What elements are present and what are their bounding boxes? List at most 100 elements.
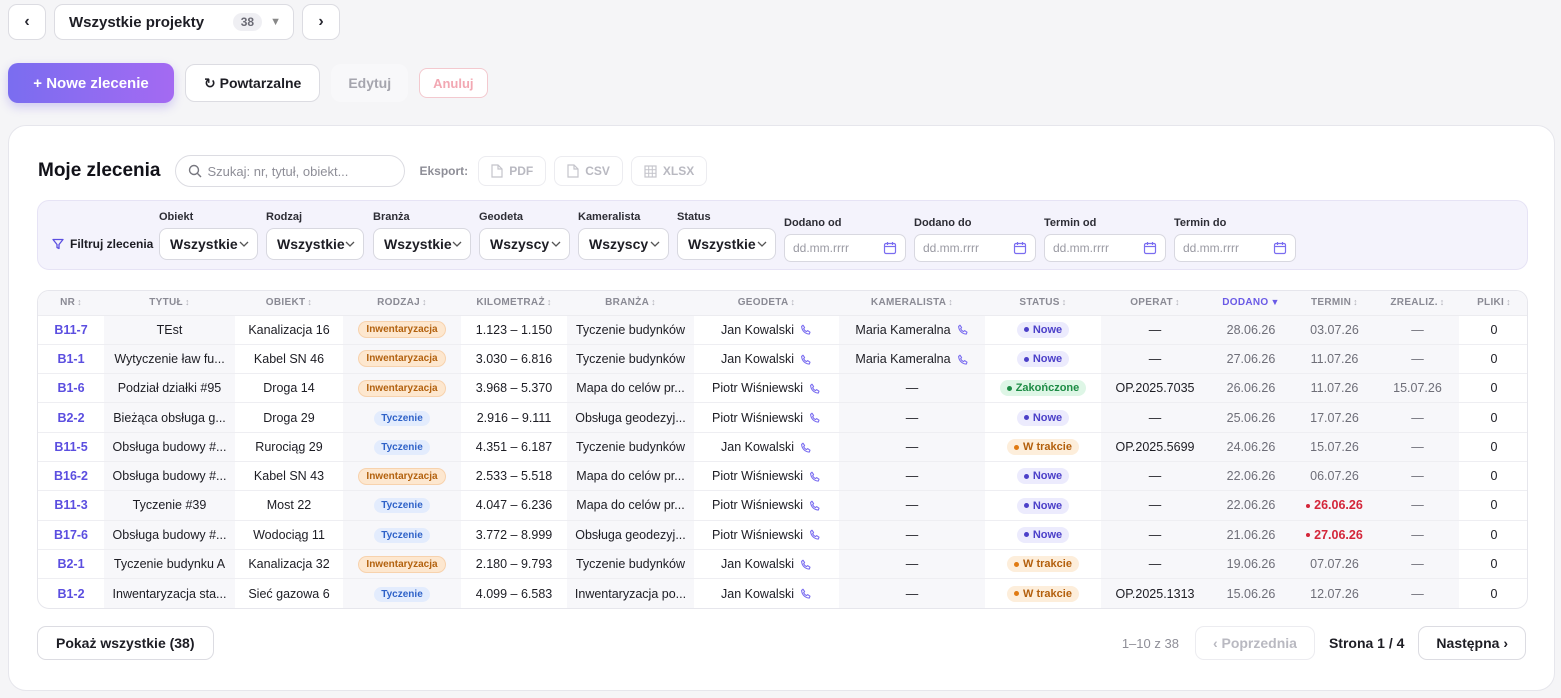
sort-icon: ↕ — [1174, 297, 1180, 308]
order-added: 22.06.26 — [1209, 461, 1293, 492]
column-header-label: DODANO — [1222, 297, 1269, 309]
table-row[interactable]: B11-5 Obsługa budowy #... Rurociąg 29 Tycze… — [38, 432, 1527, 462]
table-row[interactable]: B2-2 Bieżąca obsługa g... Droga 29 Tyczenie… — [38, 402, 1527, 433]
edit-button[interactable]: Edytuj — [331, 64, 409, 102]
order-done: — — [1376, 490, 1459, 521]
search-input[interactable]: Szukaj: nr, tytuł, obiekt... — [174, 155, 405, 187]
filter-branza-label: Branża — [373, 211, 410, 223]
order-status: Nowe — [985, 315, 1101, 345]
phone-icon[interactable] — [800, 354, 812, 366]
column-header[interactable]: DODANO ▼ — [1209, 291, 1293, 316]
show-all-button[interactable]: Pokaż wszystkie (38) — [37, 626, 214, 660]
order-number-link[interactable]: B2-1 — [38, 549, 104, 580]
filter-added-to-input[interactable]: dd.mm.rrrr — [914, 234, 1036, 262]
type-badge: Inwentaryzacja — [358, 350, 446, 368]
column-header[interactable]: OPERAT ↕ — [1101, 291, 1209, 316]
order-number-link[interactable]: B2-2 — [38, 402, 104, 433]
order-branch: Mapa do celów pr... — [567, 373, 694, 404]
filter-kameralista-select[interactable]: Wszyscy — [578, 228, 669, 260]
column-header[interactable]: OBIEKT ↕ — [235, 291, 343, 316]
order-geodeta: Jan Kowalski — [694, 315, 839, 345]
order-number-link[interactable]: B17-6 — [38, 520, 104, 550]
column-header[interactable]: ZREALIZ. ↕ — [1376, 291, 1459, 316]
order-done: — — [1376, 315, 1459, 345]
column-header[interactable]: NR ↕ — [38, 291, 104, 316]
phone-icon[interactable] — [809, 500, 821, 512]
filter-toggle[interactable]: Filtruj zlecenia — [52, 237, 153, 251]
phone-icon[interactable] — [809, 412, 821, 424]
column-header[interactable]: TERMIN ↕ — [1293, 291, 1376, 316]
filter-status-select[interactable]: Wszystkie — [677, 228, 776, 260]
cancel-button[interactable]: Anuluj — [419, 68, 488, 98]
filter-obiekt-select[interactable]: Wszystkie — [159, 228, 258, 260]
column-header[interactable]: KILOMETRAŻ ↕ — [461, 291, 567, 316]
order-deadline: 07.07.26 — [1293, 549, 1376, 580]
order-number-link[interactable]: B1-2 — [38, 579, 104, 608]
table-row[interactable]: B1-2 Inwentaryzacja sta... Sieć gazowa 6 Ty… — [38, 578, 1527, 608]
export-pdf-label: PDF — [509, 164, 534, 178]
table-row[interactable]: B11-7 TEst Kanalizacja 16 Inwentaryzacja 1.1… — [38, 315, 1527, 345]
kameralista-cell: — — [905, 527, 919, 542]
table-row[interactable]: B11-3 Tyczenie #39 Most 22 Tyczenie 4.047 – … — [38, 490, 1527, 521]
phone-icon[interactable] — [800, 442, 812, 454]
order-km: 2.180 – 9.793 — [461, 549, 567, 580]
phone-icon[interactable] — [809, 471, 821, 483]
order-number-link[interactable]: B11-5 — [38, 432, 104, 462]
table-row[interactable]: B1-1 Wytyczenie ław fu... Kabel SN 46 Inwen… — [38, 344, 1527, 375]
order-added: 21.06.26 — [1209, 520, 1293, 550]
order-operat: — — [1101, 402, 1209, 433]
filter-deadline-from: Termin od dd.mm.rrrr — [1044, 217, 1166, 262]
filter-geodeta-select[interactable]: Wszyscy — [479, 228, 570, 260]
phone-icon[interactable] — [809, 383, 821, 395]
column-header[interactable]: PLIKI ↕ — [1459, 291, 1527, 316]
recurring-button[interactable]: ↻ Powtarzalne — [185, 64, 321, 102]
next-project-button[interactable]: › — [302, 4, 340, 40]
table-row[interactable]: B16-2 Obsługa budowy #... Kabel SN 43 Inwen… — [38, 461, 1527, 492]
phone-icon[interactable] — [800, 324, 812, 336]
column-header[interactable]: BRANŻA ↕ — [567, 291, 694, 316]
phone-icon[interactable] — [809, 529, 821, 541]
filter-status-value: Wszystkie — [688, 236, 756, 252]
filter-branza-select[interactable]: Wszystkie — [373, 228, 471, 260]
export-csv-button[interactable]: CSV — [554, 156, 623, 186]
new-order-button[interactable]: + Nowe zlecenie — [8, 63, 174, 103]
next-page-button[interactable]: Następna › — [1418, 626, 1526, 660]
phone-icon[interactable] — [957, 354, 969, 366]
filter-rodzaj-select[interactable]: Wszystkie — [266, 228, 364, 260]
order-branch: Obsługa geodezyj... — [567, 402, 694, 433]
column-header[interactable]: KAMERALISTA ↕ — [839, 291, 985, 316]
order-object: Most 22 — [235, 490, 343, 521]
column-header[interactable]: TYTUŁ ↕ — [104, 291, 235, 316]
order-geodeta: Piotr Wiśniewski — [694, 520, 839, 550]
order-number-link[interactable]: B11-3 — [38, 490, 104, 521]
order-number-link[interactable]: B11-7 — [38, 315, 104, 345]
project-select[interactable]: Wszystkie projekty 38 ▼ — [54, 4, 294, 40]
prev-project-button[interactable]: ‹ — [8, 4, 46, 40]
order-done: — — [1376, 549, 1459, 580]
spreadsheet-icon — [644, 164, 657, 178]
table-row[interactable]: B2-1 Tyczenie budynku A Kanalizacja 32 Inwe… — [38, 549, 1527, 580]
export-pdf-button[interactable]: PDF — [478, 156, 547, 186]
phone-icon[interactable] — [800, 588, 812, 600]
deadline-value: 03.07.26 — [1310, 322, 1359, 337]
filter-added-from-input[interactable]: dd.mm.rrrr — [784, 234, 906, 262]
filter-deadline-from-input[interactable]: dd.mm.rrrr — [1044, 234, 1166, 262]
phone-icon[interactable] — [800, 559, 812, 571]
order-number-link[interactable]: B1-6 — [38, 373, 104, 404]
order-number-link[interactable]: B1-1 — [38, 344, 104, 375]
filter-branza-value: Wszystkie — [384, 236, 452, 252]
order-number-link[interactable]: B16-2 — [38, 461, 104, 492]
column-header[interactable]: STATUS ↕ — [985, 291, 1101, 316]
filter-deadline-to: Termin do dd.mm.rrrr — [1174, 217, 1296, 262]
geodeta-name: Piotr Wiśniewski — [712, 498, 803, 513]
column-header[interactable]: GEODETA ↕ — [694, 291, 839, 316]
table-row[interactable]: B17-6 Obsługa budowy #... Wodociąg 11 Tycze… — [38, 520, 1527, 550]
column-header[interactable]: RODZAJ ↕ — [343, 291, 461, 316]
table-row[interactable]: B1-6 Podział działki #95 Droga 14 Inwentary… — [38, 373, 1527, 404]
filter-deadline-to-input[interactable]: dd.mm.rrrr — [1174, 234, 1296, 262]
export-xlsx-button[interactable]: XLSX — [630, 156, 708, 186]
order-status: Nowe — [985, 344, 1101, 375]
prev-page-button[interactable]: ‹ Poprzednia — [1194, 626, 1315, 660]
phone-icon[interactable] — [957, 324, 969, 336]
sort-icon: ↕ — [184, 297, 190, 308]
